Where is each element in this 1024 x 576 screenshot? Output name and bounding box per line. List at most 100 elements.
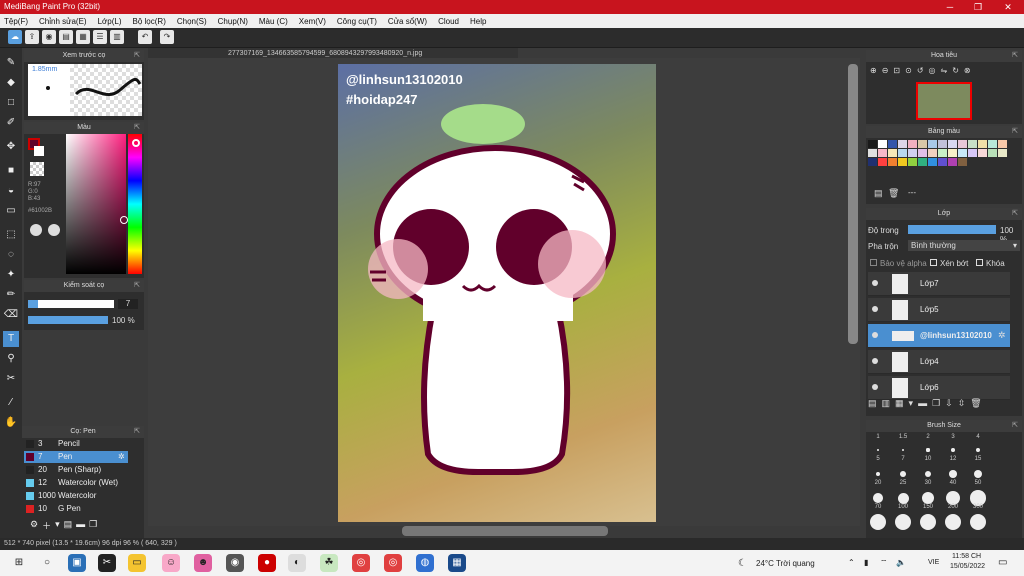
brush-list-item[interactable]: 7 Pen ✲: [24, 451, 128, 463]
brush-size-dot[interactable]: [897, 492, 909, 504]
navigator-thumbnail[interactable]: [916, 82, 972, 120]
fill-rect-tool-icon[interactable]: ■: [3, 163, 19, 179]
brush-tool-icon[interactable]: ✎: [3, 55, 19, 71]
file-explorer-icon[interactable]: ▭: [128, 554, 146, 572]
transparent-swatch[interactable]: [30, 162, 44, 176]
menu-file[interactable]: Tệp(F): [4, 17, 28, 26]
menu-select[interactable]: Chọn(S): [177, 17, 207, 26]
brush-list-item[interactable]: 20 Pen (Sharp): [24, 464, 128, 476]
palette-swatch[interactable]: [908, 149, 917, 157]
menu-tools[interactable]: Công cụ(T): [337, 17, 377, 26]
layer-row[interactable]: Lớp4: [868, 350, 1010, 374]
brush-size-dot[interactable]: [870, 514, 886, 530]
cloud-icon[interactable]: ☁: [8, 30, 22, 44]
palette-swatch[interactable]: [988, 140, 997, 148]
green-app-icon[interactable]: ☘: [320, 554, 338, 572]
dock-icon[interactable]: ⇱: [1012, 208, 1018, 220]
calculator-icon[interactable]: ▦: [448, 554, 466, 572]
list-icon[interactable]: ☰: [93, 30, 107, 44]
comment-icon[interactable]: ◉: [42, 30, 56, 44]
hue-handle[interactable]: [132, 139, 140, 147]
dock-icon[interactable]: ⇱: [134, 280, 140, 292]
windows-start-icon[interactable]: ⊞: [10, 554, 28, 572]
dock-icon[interactable]: ⇱: [134, 122, 140, 134]
eraser-tool-icon[interactable]: ◆: [3, 75, 19, 91]
dot-brush-tool-icon[interactable]: ✐: [3, 115, 19, 131]
redo-icon[interactable]: ↷: [160, 30, 174, 44]
color-wheel-icon[interactable]: [30, 224, 42, 236]
dock-icon[interactable]: ⇱: [1012, 420, 1018, 432]
layer-row[interactable]: Lớp6: [868, 376, 1010, 400]
visibility-icon[interactable]: [872, 384, 878, 390]
palette-swatch[interactable]: [948, 149, 957, 157]
capcut-icon[interactable]: ✂: [98, 554, 116, 572]
messenger-icon[interactable]: ◍: [416, 554, 434, 572]
layer-row[interactable]: @linhsun13102010 ✲: [868, 324, 1010, 348]
flip-icon[interactable]: ⇋: [941, 66, 948, 78]
palette-swatch[interactable]: [918, 149, 927, 157]
close-button[interactable]: ✕: [994, 0, 1022, 14]
palette-swatch[interactable]: [888, 140, 897, 148]
grid-icon[interactable]: ▦: [76, 30, 90, 44]
palette-swatch[interactable]: [888, 149, 897, 157]
share-icon[interactable]: ⇪: [25, 30, 39, 44]
bucket-tool-icon[interactable]: ◒: [3, 183, 19, 199]
lasso-tool-icon[interactable]: ◌: [3, 247, 19, 263]
brush-size-dot[interactable]: [970, 514, 986, 530]
zoom-actual-icon[interactable]: ⊙: [905, 66, 912, 78]
menu-layer[interactable]: Lớp(L): [98, 17, 122, 26]
size-value[interactable]: 7: [118, 299, 138, 309]
layer-folder-icon[interactable]: ▬: [918, 398, 927, 412]
menu-filter[interactable]: Bộ lọc(R): [133, 17, 166, 26]
brush-size-dot[interactable]: [920, 514, 936, 530]
palette-swatch[interactable]: [928, 158, 937, 166]
layer-row[interactable]: Lớp7: [868, 272, 1010, 296]
menu-help[interactable]: Help: [470, 17, 486, 26]
brush-size-dot[interactable]: [946, 491, 960, 505]
palette-swatch[interactable]: [958, 140, 967, 148]
brush-settings-icon[interactable]: ✲: [118, 451, 125, 463]
hue-slider[interactable]: [128, 134, 142, 274]
dock-icon[interactable]: ⇱: [1012, 126, 1018, 138]
visibility-icon[interactable]: [872, 306, 878, 312]
dock-icon[interactable]: ⇱: [1012, 50, 1018, 62]
medibang-icon[interactable]: ◐: [288, 554, 306, 572]
select-pen-icon[interactable]: ✏: [3, 287, 19, 303]
brush-list-item[interactable]: 3 Pencil: [24, 438, 128, 450]
chrome-icon[interactable]: ◎: [352, 554, 370, 572]
palette-swatch[interactable]: [888, 158, 897, 166]
document-icon[interactable]: ▤: [59, 30, 73, 44]
palette-swatch[interactable]: [968, 140, 977, 148]
brush-size-dot[interactable]: [921, 491, 935, 505]
menu-cloud[interactable]: Cloud: [438, 17, 459, 26]
palette-swatch[interactable]: [908, 140, 917, 148]
layer-settings-icon[interactable]: ✲: [998, 330, 1006, 341]
zoom-out-icon[interactable]: ⊖: [882, 66, 889, 78]
brush-size-dot[interactable]: [873, 493, 883, 503]
layer-menu-icon[interactable]: ▾: [909, 398, 914, 412]
saturation-value-picker[interactable]: [66, 134, 126, 274]
eyedropper-tool-icon[interactable]: ⁄: [3, 395, 19, 411]
brush-copy-icon[interactable]: ❐: [89, 519, 97, 533]
sv-handle[interactable]: [120, 216, 128, 224]
palette-swatch[interactable]: [868, 158, 877, 166]
dock-icon[interactable]: ⇱: [134, 426, 140, 438]
divide-tool-icon[interactable]: ✂: [3, 371, 19, 387]
palette-swatch[interactable]: [978, 149, 987, 157]
clock-time[interactable]: 11:58 CH: [952, 553, 981, 560]
menu-edit[interactable]: Chỉnh sửa(E): [39, 17, 87, 26]
maximize-button[interactable]: ❐: [964, 0, 992, 14]
palette-swatch[interactable]: [958, 158, 967, 166]
brush-list-item[interactable]: 1000 Watercolor: [24, 490, 128, 502]
visibility-icon[interactable]: [872, 280, 878, 286]
palette-add-icon[interactable]: ▤: [874, 188, 883, 199]
select-eraser-icon[interactable]: ⌫: [3, 307, 19, 323]
clock-date[interactable]: 15/05/2022: [950, 563, 985, 570]
dock-icon[interactable]: ⇱: [134, 50, 140, 62]
new-layer-1bit-icon[interactable]: ▦: [895, 398, 904, 412]
brush-doc-icon[interactable]: ▤: [64, 519, 73, 533]
palette-swatch[interactable]: [938, 149, 947, 157]
brush-size-dot[interactable]: [900, 471, 906, 477]
zoom-in-icon[interactable]: ⊕: [870, 66, 877, 78]
game-icon-1[interactable]: ☺: [162, 554, 180, 572]
